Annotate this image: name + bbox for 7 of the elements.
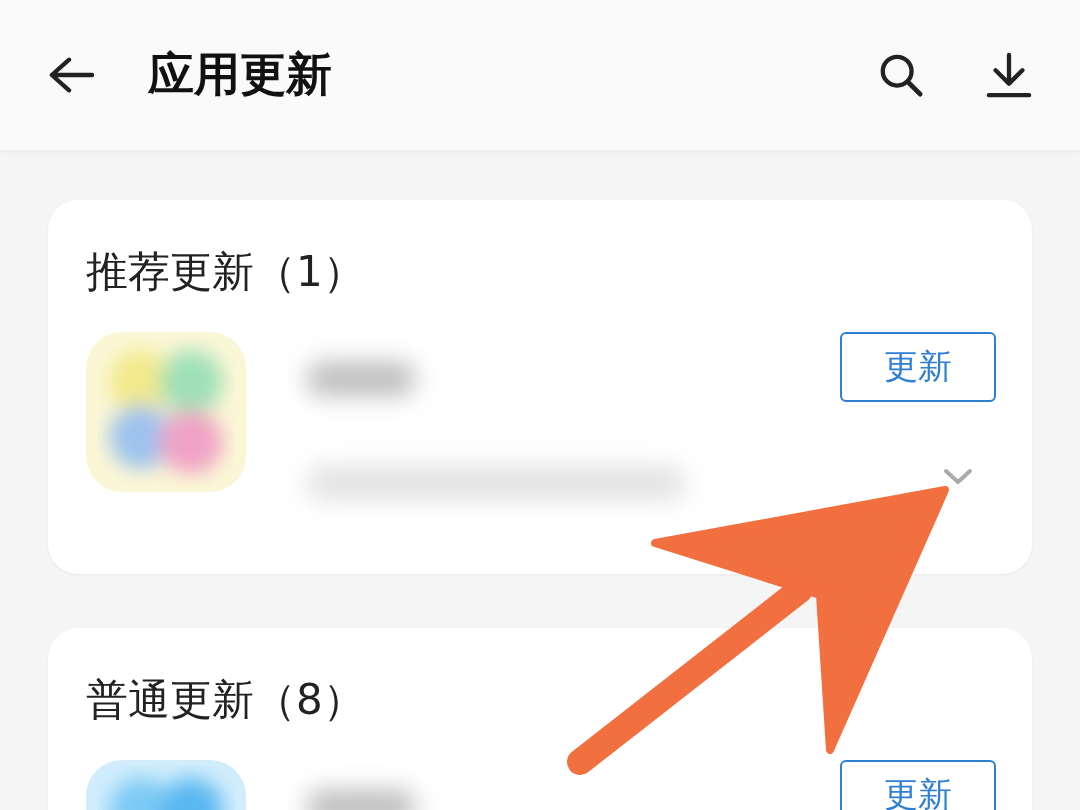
download-icon[interactable] [986,52,1032,98]
page-title: 应用更新 [148,46,332,103]
update-button[interactable]: 更新 [840,332,996,402]
section-title: 推荐更新（1） [86,246,366,298]
back-icon[interactable] [48,55,94,95]
search-icon[interactable] [878,52,924,98]
section-title: 普通更新（8） [86,674,366,726]
